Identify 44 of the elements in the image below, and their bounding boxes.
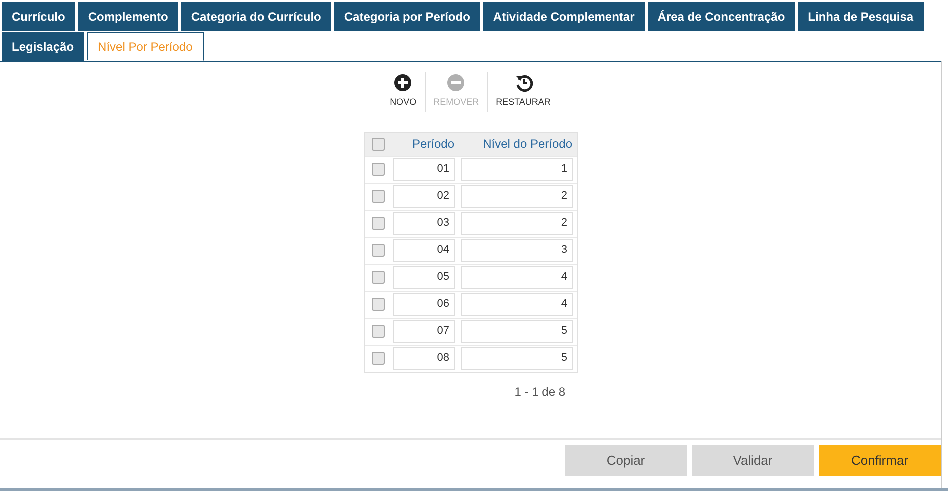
period-field[interactable]: 04	[392, 239, 454, 262]
toolbar-button[interactable]: NOVO	[382, 72, 425, 112]
period-field[interactable]: 08	[392, 347, 454, 370]
period-field[interactable]: 07	[392, 320, 454, 343]
minus-circle-icon	[447, 74, 466, 92]
level-field[interactable]: 2	[460, 212, 572, 235]
level-field[interactable]: 1	[460, 158, 572, 181]
level-field[interactable]: 3	[460, 239, 572, 262]
tab[interactable]: Linha de Pesquisa	[798, 2, 924, 31]
column-header[interactable]: Período	[392, 135, 456, 153]
level-field[interactable]: 4	[460, 266, 572, 289]
tab[interactable]: Categoria por Período	[334, 2, 480, 31]
checkbox[interactable]	[372, 138, 385, 150]
period-field[interactable]: 03	[392, 212, 454, 235]
level-field[interactable]: 5	[460, 347, 572, 370]
checkbox[interactable]	[372, 325, 385, 338]
tab[interactable]: Categoria do Currículo	[181, 2, 332, 31]
period-field[interactable]: 06	[392, 293, 454, 316]
plus-circle-icon	[394, 74, 412, 92]
checkbox[interactable]	[372, 244, 385, 257]
level-field[interactable]: 2	[460, 185, 572, 208]
level-field[interactable]: 5	[460, 320, 572, 343]
checkbox[interactable]	[372, 217, 385, 230]
action-button[interactable]: Copiar	[565, 445, 687, 476]
checkbox[interactable]	[372, 271, 385, 284]
checkbox[interactable]	[372, 163, 385, 176]
checkbox[interactable]	[372, 190, 385, 203]
checkbox[interactable]	[372, 298, 385, 311]
column-header[interactable]: Nível do Período	[456, 135, 576, 153]
tab[interactable]: Atividade Complementar	[483, 2, 645, 31]
period-field[interactable]: 01	[392, 158, 454, 181]
level-field[interactable]: 4	[460, 293, 572, 316]
toolbar-button[interactable]: RESTAURAR	[487, 72, 559, 112]
checkbox[interactable]	[372, 352, 385, 365]
action-button[interactable]: Validar	[692, 445, 814, 476]
period-field[interactable]: 05	[392, 266, 454, 289]
tab[interactable]: Currículo	[2, 2, 76, 31]
tab[interactable]: Complemento	[78, 2, 178, 31]
pagination-text: 1 - 1 de 8	[514, 384, 566, 400]
restore-icon	[514, 74, 533, 92]
tab[interactable]: Área de Concentração	[648, 2, 796, 31]
action-button[interactable]: Confirmar	[819, 445, 941, 476]
period-field[interactable]: 02	[392, 185, 454, 208]
tab[interactable]: Legislação	[2, 32, 84, 61]
